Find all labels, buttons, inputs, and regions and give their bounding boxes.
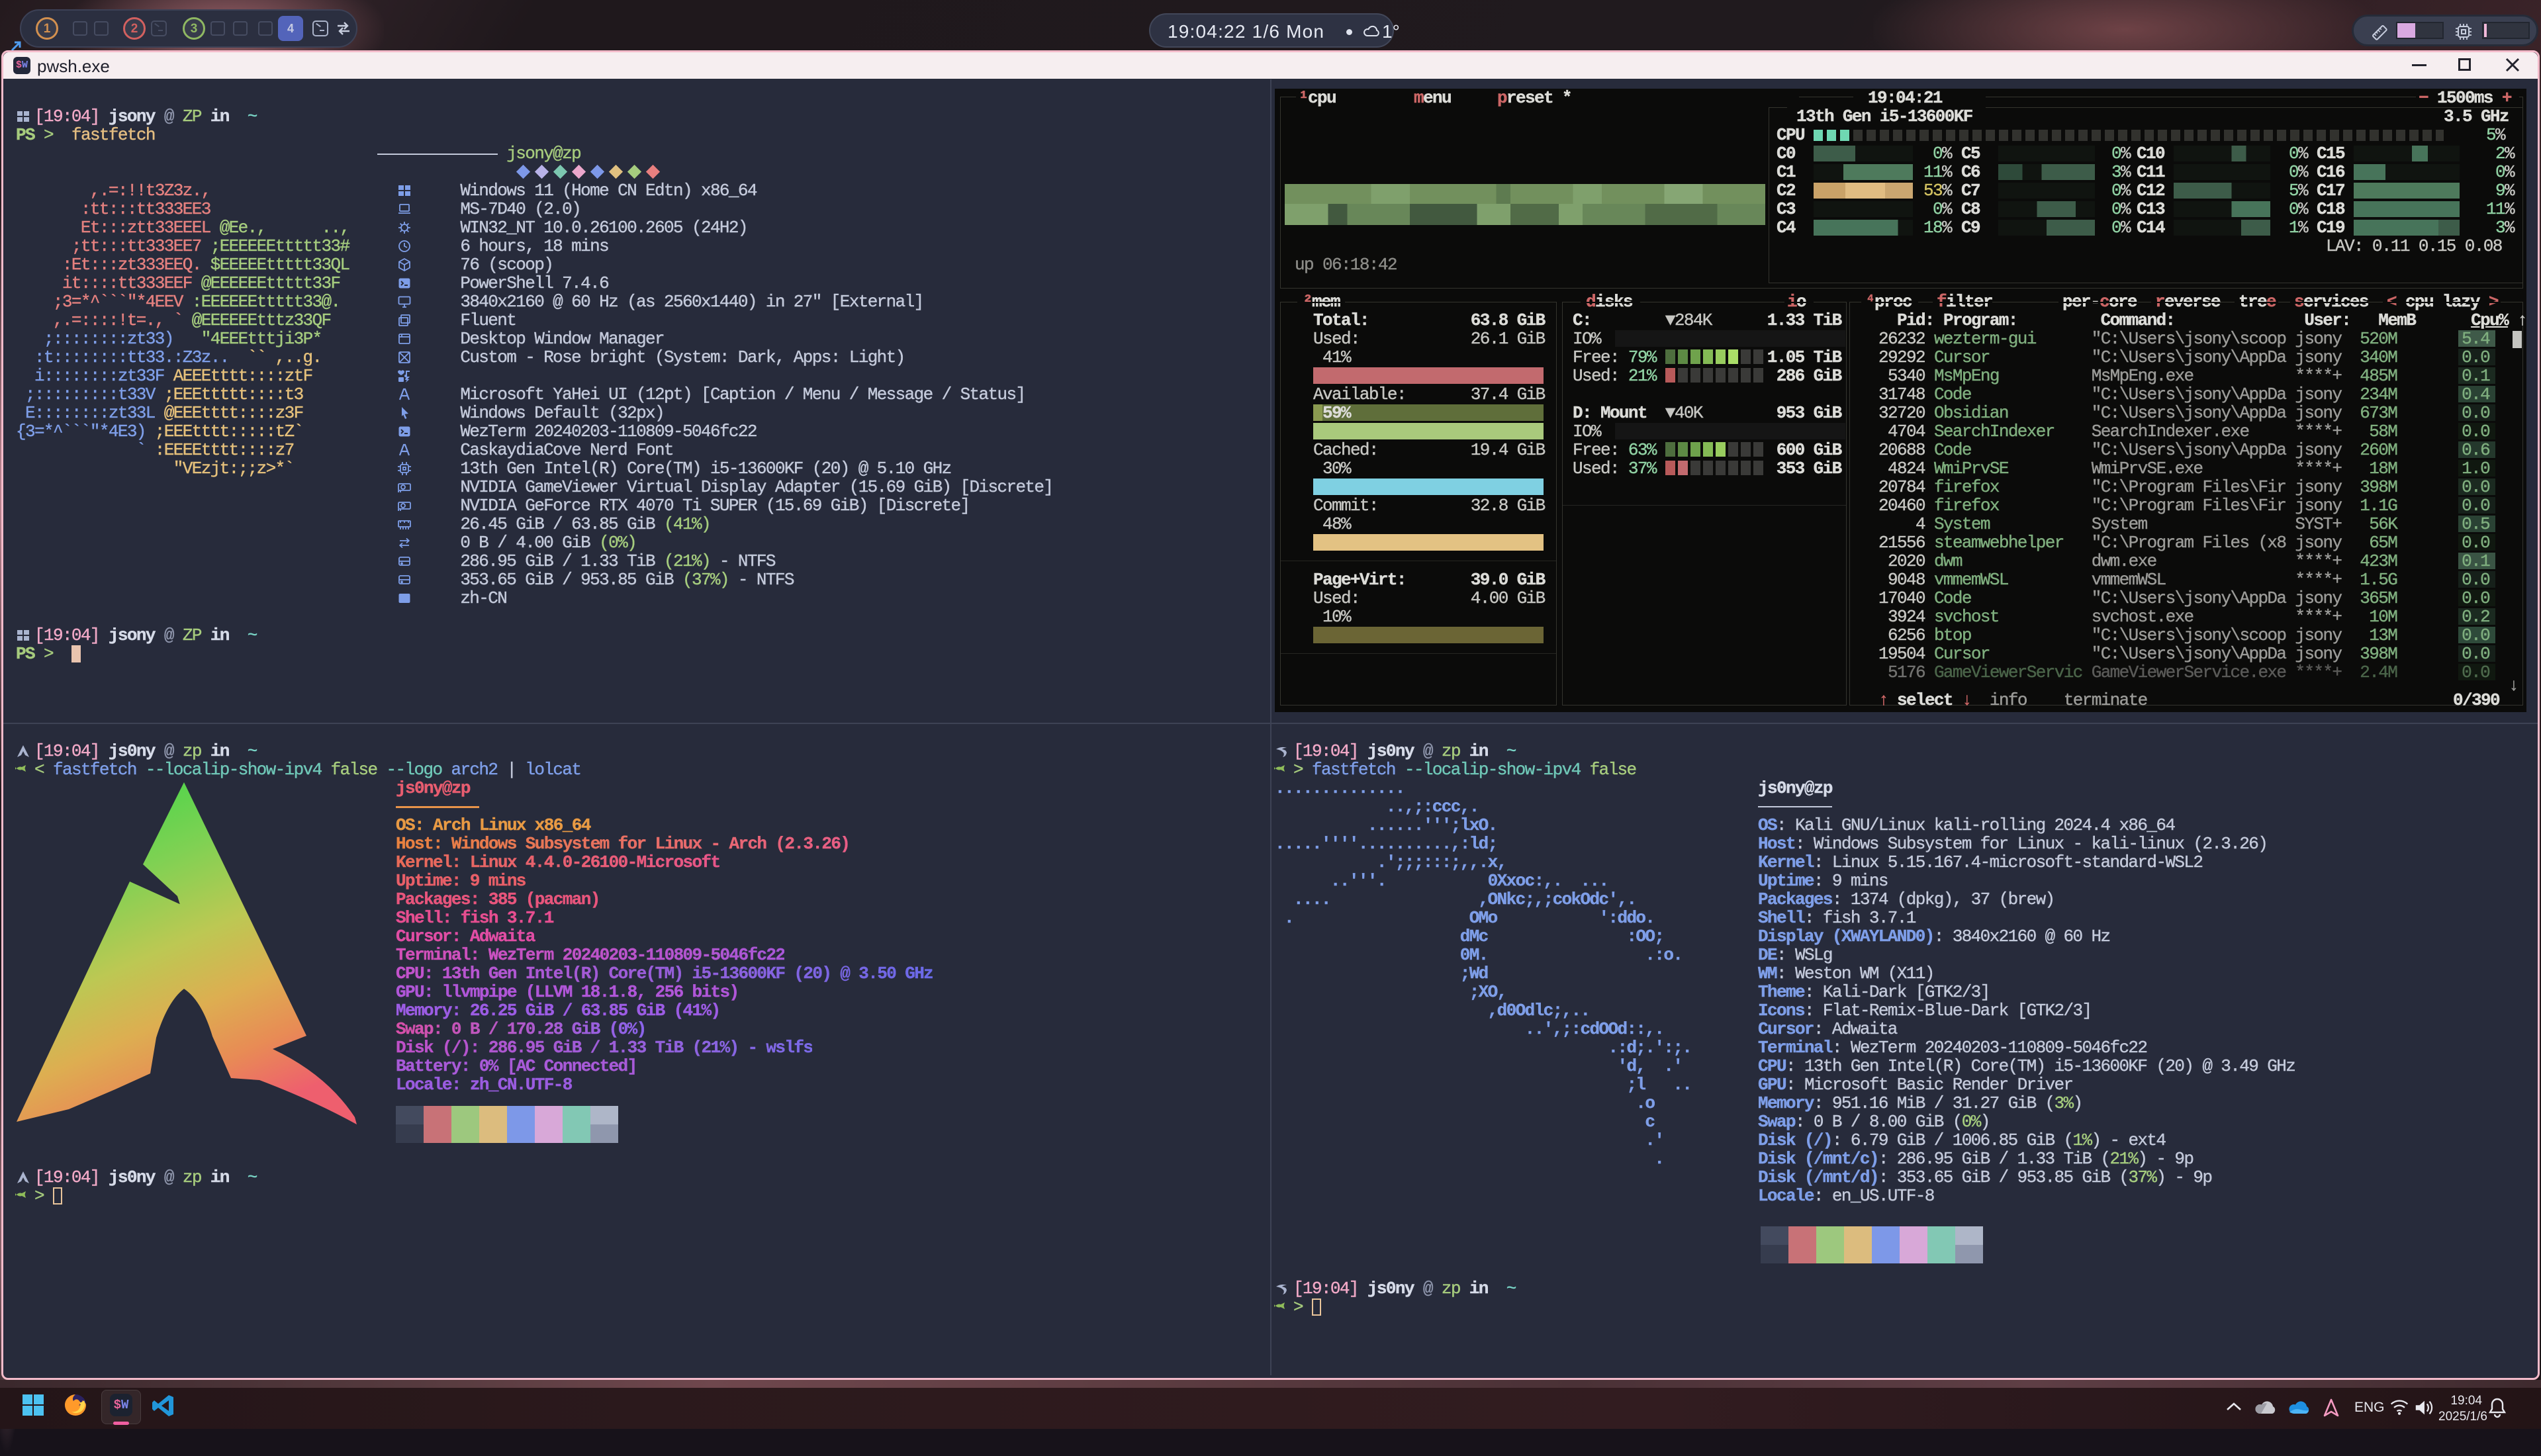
svg-text:A: A [402,595,407,603]
